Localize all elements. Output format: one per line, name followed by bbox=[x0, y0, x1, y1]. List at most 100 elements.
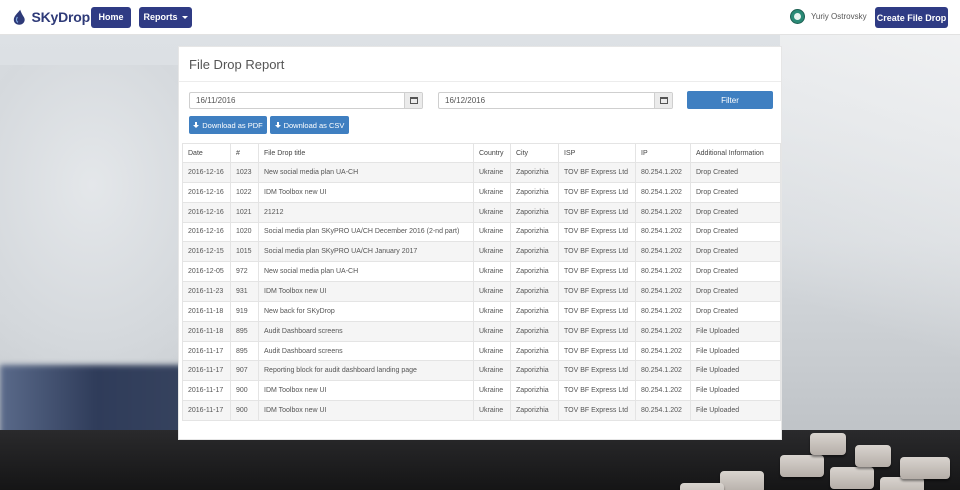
date-to-calendar-button[interactable] bbox=[654, 93, 672, 108]
table-cell: 80.254.1.202 bbox=[635, 201, 691, 223]
table-cell: File Uploaded bbox=[690, 380, 781, 402]
table-cell: 80.254.1.202 bbox=[635, 281, 691, 302]
table-cell: 2016-12-15 bbox=[182, 241, 231, 263]
table-cell: New social media plan UA-CH bbox=[258, 261, 474, 283]
table-row: 2016-12-15 1015 Social media plan SKyPRO U… bbox=[182, 241, 781, 263]
table-cell: TOV BF Express Ltd bbox=[558, 340, 636, 362]
file-drop-table: Date # File Drop title Country City ISP IP Addi… bbox=[182, 143, 781, 421]
table-cell: Ukraine bbox=[473, 162, 511, 183]
table-cell: Drop Created bbox=[690, 281, 781, 302]
table-cell: TOV BF Express Ltd bbox=[558, 360, 636, 382]
home-button[interactable]: Home bbox=[91, 6, 131, 28]
table-cell: 2016-12-16 bbox=[182, 181, 231, 203]
table-cell: 21212 bbox=[258, 201, 474, 223]
table-cell: 80.254.1.202 bbox=[635, 320, 691, 342]
table-cell: Zaporizhia bbox=[510, 400, 559, 421]
column-header: # bbox=[230, 143, 259, 163]
create-file-drop-button[interactable]: Create File Drop bbox=[875, 7, 948, 28]
table-cell: TOV BF Express Ltd bbox=[558, 281, 636, 302]
date-from-field[interactable]: 16/11/2016 bbox=[189, 92, 423, 109]
table-cell: 1021 bbox=[230, 201, 259, 223]
table-cell: 2016-12-16 bbox=[182, 162, 231, 183]
table-cell: Ukraine bbox=[473, 261, 511, 283]
table-cell: IDM Toolbox new UI bbox=[258, 281, 474, 302]
table-cell: File Uploaded bbox=[690, 400, 781, 421]
table-cell: 80.254.1.202 bbox=[635, 261, 691, 283]
table-cell: 2016-11-18 bbox=[182, 320, 231, 342]
table-cell: 80.254.1.202 bbox=[635, 340, 691, 362]
download-pdf-label: Download as PDF bbox=[202, 120, 263, 130]
skydrop-logo-icon bbox=[13, 9, 25, 25]
table-cell: TOV BF Express Ltd bbox=[558, 241, 636, 263]
page-title: File Drop Report bbox=[189, 57, 285, 72]
column-header: ISP bbox=[558, 143, 636, 163]
download-csv-button[interactable]: Download as CSV bbox=[270, 116, 349, 134]
table-cell: IDM Toolbox new UI bbox=[258, 400, 474, 421]
table-cell: Ukraine bbox=[473, 221, 511, 243]
table-cell: Drop Created bbox=[690, 300, 781, 322]
table-cell: Drop Created bbox=[690, 201, 781, 223]
date-to-value: 16/12/2016 bbox=[445, 96, 486, 105]
download-csv-label: Download as CSV bbox=[283, 120, 345, 130]
reports-dropdown-button[interactable]: Reports bbox=[139, 6, 192, 28]
download-icon bbox=[274, 122, 281, 128]
date-from-calendar-button[interactable] bbox=[404, 93, 422, 108]
table-cell: Social media plan SKyPRO UA/CH January 2… bbox=[258, 241, 474, 263]
table-cell: 1015 bbox=[230, 241, 259, 263]
download-icon bbox=[193, 122, 200, 128]
table-cell: 2016-11-23 bbox=[182, 281, 231, 302]
table-cell: Drop Created bbox=[690, 181, 781, 203]
table-cell: 907 bbox=[230, 360, 259, 382]
table-cell: TOV BF Express Ltd bbox=[558, 181, 636, 203]
table-cell: 2016-11-17 bbox=[182, 340, 231, 362]
table-cell: 2016-11-17 bbox=[182, 360, 231, 382]
table-cell: 2016-12-16 bbox=[182, 221, 231, 243]
table-cell: 2016-11-17 bbox=[182, 400, 231, 421]
calendar-icon bbox=[409, 97, 418, 104]
table-cell: Drop Created bbox=[690, 162, 781, 183]
table-cell: TOV BF Express Ltd bbox=[558, 320, 636, 342]
table-cell: Ukraine bbox=[473, 360, 511, 382]
column-header: Country bbox=[473, 143, 511, 163]
table-cell: TOV BF Express Ltd bbox=[558, 261, 636, 283]
calendar-icon bbox=[659, 97, 668, 104]
brand[interactable]: SKyDrop bbox=[12, 8, 90, 26]
table-row: 2016-11-23 931 IDM Toolbox new UI Ukraine Za… bbox=[182, 281, 781, 302]
download-pdf-button[interactable]: Download as PDF bbox=[189, 116, 267, 134]
table-cell: 2016-12-16 bbox=[182, 201, 231, 223]
table-row: 2016-12-16 1020 Social media plan SKyPRO U… bbox=[182, 221, 781, 243]
table-cell: Reporting block for audit dashboard land… bbox=[258, 360, 474, 382]
table-cell: 2016-12-05 bbox=[182, 261, 231, 283]
table-cell: Ukraine bbox=[473, 201, 511, 223]
table-cell: 80.254.1.202 bbox=[635, 380, 691, 402]
user-name: Yuriy Ostrovsky bbox=[811, 12, 867, 21]
table-header-row: Date # File Drop title Country City ISP IP Addi… bbox=[182, 143, 781, 163]
reports-label: Reports bbox=[143, 12, 178, 22]
table-cell: 1020 bbox=[230, 221, 259, 243]
table-cell: Ukraine bbox=[473, 400, 511, 421]
column-header: IP bbox=[635, 143, 691, 163]
caret-down-icon bbox=[181, 15, 188, 19]
table-cell: Zaporizhia bbox=[510, 261, 559, 283]
table-cell: Zaporizhia bbox=[510, 340, 559, 362]
table-cell: TOV BF Express Ltd bbox=[558, 380, 636, 402]
table-cell: 895 bbox=[230, 320, 259, 342]
table-cell: TOV BF Express Ltd bbox=[558, 221, 636, 243]
table-cell: File Uploaded bbox=[690, 340, 781, 362]
table-cell: 972 bbox=[230, 261, 259, 283]
table-cell: 80.254.1.202 bbox=[635, 162, 691, 183]
table-cell: 919 bbox=[230, 300, 259, 322]
table-row: 2016-12-05 972 New social media plan UA-CH… bbox=[182, 261, 781, 283]
column-header: City bbox=[510, 143, 559, 163]
table-cell: Ukraine bbox=[473, 300, 511, 322]
filter-button[interactable]: Filter bbox=[687, 91, 773, 109]
table-cell: Drop Created bbox=[690, 261, 781, 283]
table-cell: Zaporizhia bbox=[510, 380, 559, 402]
date-to-field[interactable]: 16/12/2016 bbox=[438, 92, 673, 109]
table-cell: File Uploaded bbox=[690, 360, 781, 382]
date-from-value: 16/11/2016 bbox=[196, 96, 236, 105]
table-cell: Zaporizhia bbox=[510, 201, 559, 223]
column-header: Additional Information bbox=[690, 143, 781, 163]
user-menu[interactable]: Yuriy Ostrovsky bbox=[790, 9, 867, 24]
table-cell: TOV BF Express Ltd bbox=[558, 162, 636, 183]
